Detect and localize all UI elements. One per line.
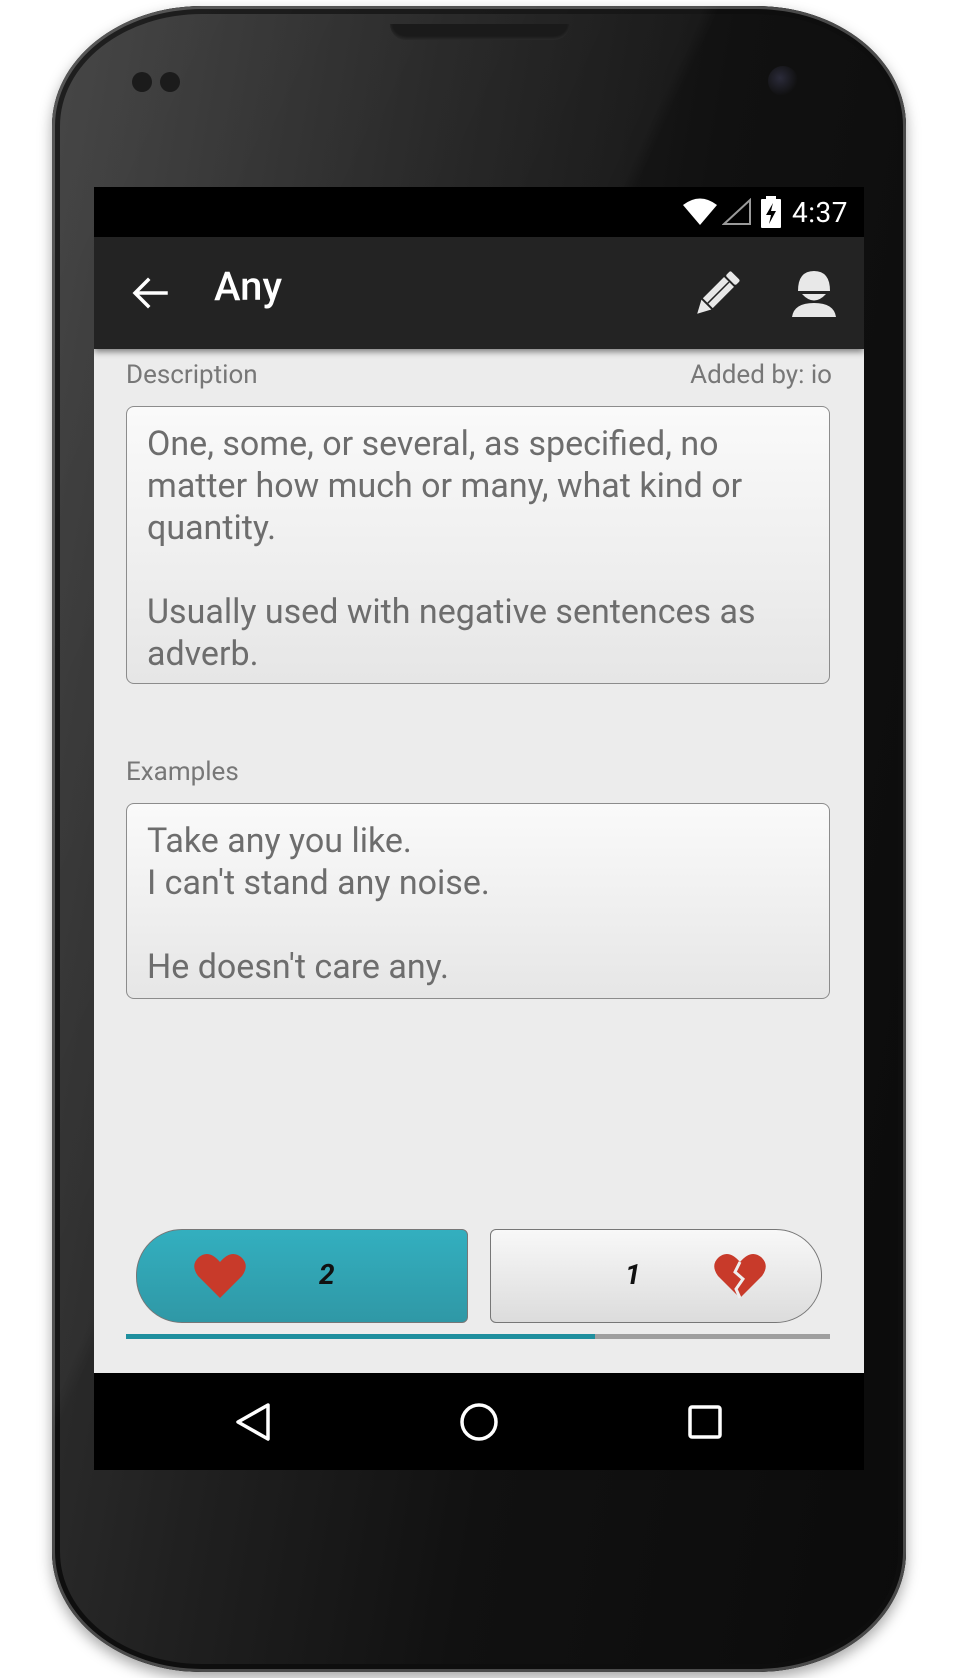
wifi-icon <box>683 198 717 225</box>
description-field[interactable]: One, some, or several, as specified, no … <box>126 406 830 684</box>
arrow-back-icon[interactable] <box>130 273 170 313</box>
earpiece-speaker <box>390 24 570 40</box>
page-title: Any <box>214 263 283 310</box>
front-camera <box>768 66 798 96</box>
like-count: 2 <box>319 1258 335 1291</box>
added-by-label: Added by: io <box>690 360 832 390</box>
examples-field[interactable]: Take any you like. I can't stand any noi… <box>126 803 830 999</box>
home-circle-icon[interactable] <box>458 1401 500 1443</box>
vote-ratio-fill <box>126 1334 596 1339</box>
clock: 4:37 <box>792 195 848 229</box>
recents-square-icon[interactable] <box>684 1401 726 1443</box>
back-triangle-icon[interactable] <box>232 1401 274 1443</box>
pencil-edit-icon[interactable] <box>690 267 744 321</box>
status-bar: 4:37 <box>94 187 864 237</box>
screen: 4:37 Any Description Added by: io One, s… <box>94 187 864 1470</box>
dislike-count: 1 <box>625 1258 641 1291</box>
app-bar: Any <box>94 237 864 349</box>
light-sensor <box>160 72 180 92</box>
navigation-bar <box>94 1373 864 1470</box>
examples-label: Examples <box>126 757 239 787</box>
description-label: Description <box>126 360 258 390</box>
account-icon[interactable] <box>792 269 836 317</box>
vote-ratio-bar <box>126 1334 830 1339</box>
battery-charging-icon <box>761 196 781 228</box>
like-button[interactable]: 2 <box>136 1229 468 1323</box>
proximity-sensor <box>132 72 152 92</box>
cell-signal-icon <box>722 198 751 225</box>
dislike-button[interactable]: 1 <box>490 1229 822 1323</box>
broken-heart-icon <box>714 1253 766 1299</box>
heart-icon <box>194 1253 246 1298</box>
heart-shape <box>194 1253 246 1298</box>
